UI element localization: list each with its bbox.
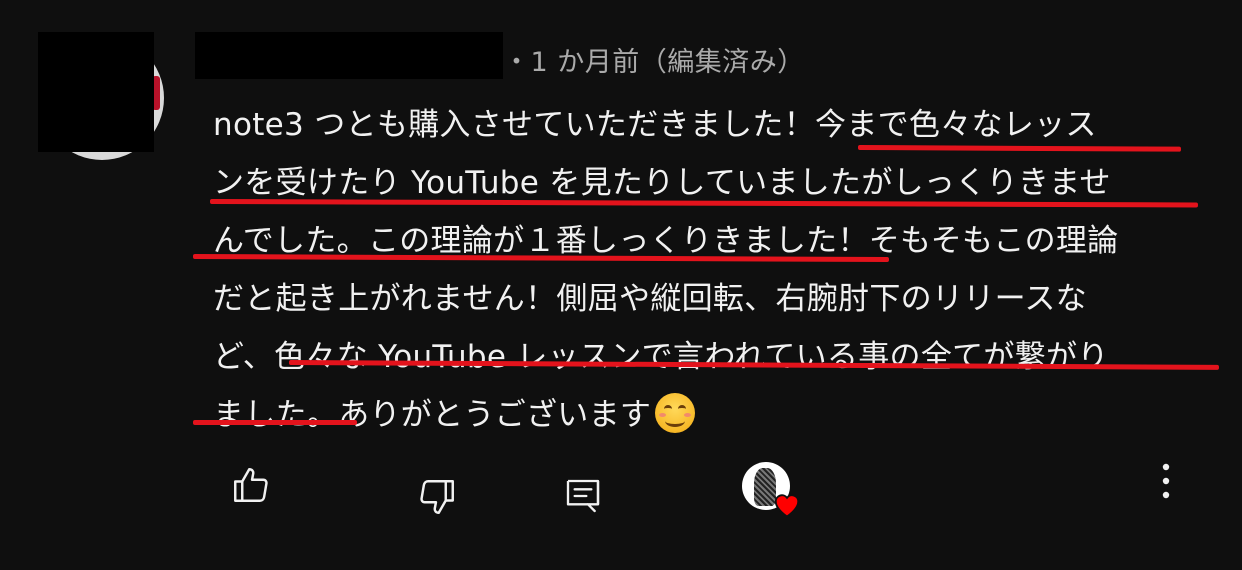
- smiling-face-emoji-icon: [655, 393, 696, 433]
- reply-comment-icon[interactable]: [563, 476, 603, 516]
- creator-heart-icon: [774, 494, 800, 518]
- comment-line: ど、色々な YouTube レッスンで言われている事の全てが繋がり: [213, 339, 1109, 375]
- author-name-redaction: [195, 32, 503, 79]
- comment-line: だと起き上がれません！側屈や縦回転、右腕肘下のリリースな: [213, 281, 1087, 317]
- comment-line-text: ました。ありがとうございます: [213, 397, 652, 433]
- avatar-redaction: [38, 32, 154, 152]
- thumbs-up-icon[interactable]: [230, 464, 272, 506]
- thumbs-down-icon[interactable]: [416, 476, 458, 518]
- comment-line: んでした。この理論が１番しっくりきました！そもそもこの理論: [213, 223, 1119, 259]
- highlight-underline: [193, 420, 357, 425]
- comment-line-last: ました。ありがとうございます: [213, 388, 1213, 446]
- more-vertical-icon[interactable]: [1156, 460, 1176, 504]
- comment-timestamp: ・1 か月前（編集済み）: [503, 47, 805, 78]
